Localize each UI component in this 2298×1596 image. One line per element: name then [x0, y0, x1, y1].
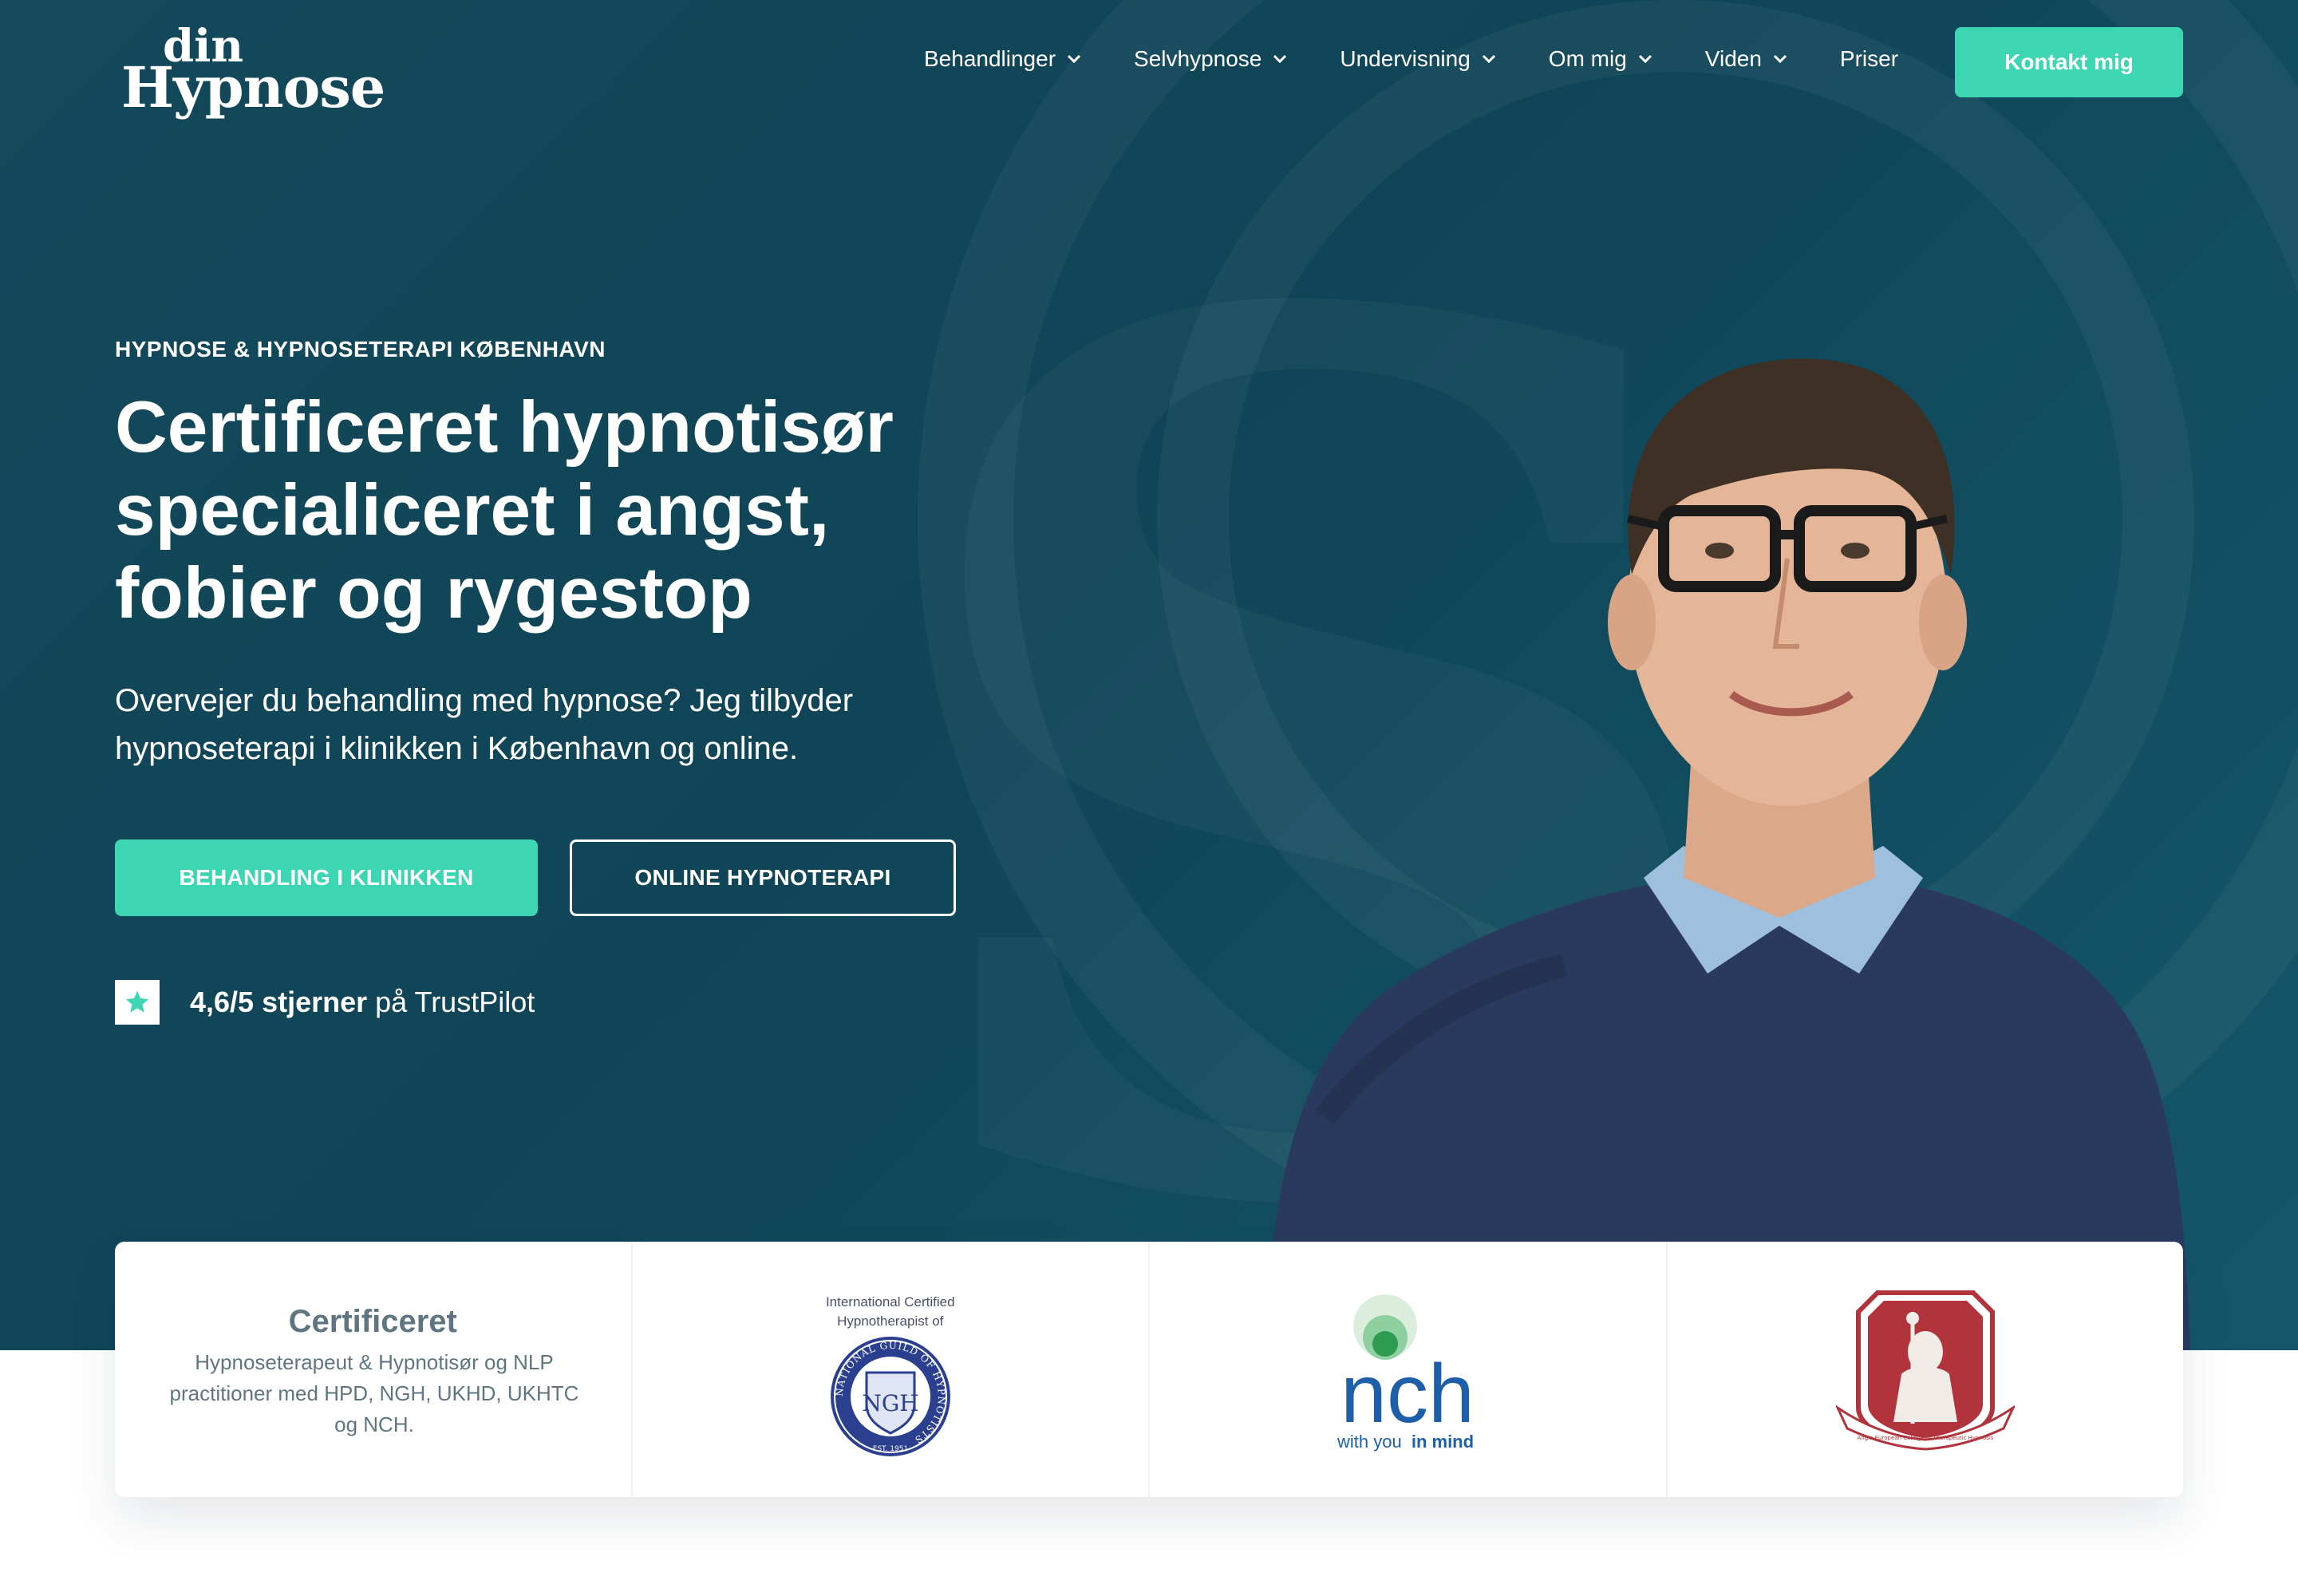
chevron-down-icon	[1638, 54, 1652, 64]
ngh-caption: International Certified Hypnotherapist o…	[825, 1294, 955, 1329]
nch-wordmark: nch	[1340, 1348, 1475, 1440]
nch-logo-card: nch with you in mind	[1150, 1242, 1668, 1497]
nav-item-label: Behandlinger	[924, 46, 1056, 71]
nch-tagline-b: in mind	[1412, 1432, 1474, 1452]
hero-lead: Overvejer du behandling med hypnose? Jeg…	[115, 683, 854, 766]
contact-button[interactable]: Kontakt mig	[1955, 27, 2183, 97]
rating-source: på TrustPilot	[375, 986, 535, 1018]
nav-item-selvhypnose[interactable]: Selvhypnose	[1134, 46, 1287, 72]
credentials-strip: Certificeret Hypnoseterapeut & Hypnotisø…	[115, 1242, 2183, 1497]
nch-tagline-a: with you	[1337, 1432, 1402, 1452]
ngh-logo-card: International Certified Hypnotherapist o…	[633, 1242, 1150, 1497]
hero-section: S din Hypnose Behandlinger Selvhypnose U…	[0, 0, 2298, 1350]
nav-item-om-mig[interactable]: Om mig	[1549, 46, 1652, 72]
chevron-down-icon	[1773, 54, 1787, 64]
certified-description: Hypnoseterapeut & Hypnotisør og NLP prac…	[169, 1350, 579, 1436]
nav-item-priser[interactable]: Priser	[1840, 46, 1898, 72]
nch-logo: nch with you in mind	[1337, 1294, 1475, 1452]
rating-score: 4,6/5 stjerner	[190, 986, 368, 1018]
chevron-down-icon	[1067, 54, 1081, 64]
crest-banner-text: Anglo European College of Therapeutic Hy…	[1857, 1435, 1993, 1441]
ngh-est: EST. 1951	[873, 1445, 908, 1453]
svg-text:with you in mind: with you in mind	[1337, 1432, 1474, 1452]
chevron-down-icon	[1273, 54, 1287, 64]
clinic-treatment-button[interactable]: BEHANDLING I KLINIKKEN	[115, 839, 538, 916]
hero-eyebrow: HYPNOSE & HYPNOSETERAPI KØBENHAVN	[115, 337, 606, 361]
college-crest-logo: Anglo European College of Therapeutic Hy…	[1835, 1290, 2015, 1451]
ngh-seal-logo: NATIONAL GUILD OF HYPNOTISTS NGH EST. 19…	[830, 1337, 950, 1456]
nav-item-label: Om mig	[1548, 46, 1627, 71]
nav-item-label: Priser	[1839, 46, 1899, 71]
star-icon	[115, 980, 160, 1025]
main-nav: Behandlinger Selvhypnose Undervisning Om…	[924, 46, 1898, 72]
certified-title: Certificeret	[288, 1304, 457, 1339]
logo-line-2: Hypnose	[121, 54, 385, 120]
therapist-portrait	[1261, 358, 2190, 1350]
college-crest-card: Anglo European College of Therapeutic Hy…	[1668, 1242, 2184, 1497]
chevron-down-icon	[1482, 54, 1495, 64]
nav-item-undervisning[interactable]: Undervisning	[1340, 46, 1495, 72]
online-hypnotherapy-button[interactable]: ONLINE HYPNOTERAPI	[570, 839, 956, 916]
nav-item-label: Undervisning	[1340, 46, 1471, 71]
ngh-monogram: NGH	[862, 1390, 918, 1416]
trustpilot-rating[interactable]: 4,6/5 stjerner på TrustPilot	[115, 980, 535, 1025]
nav-item-label: Viden	[1704, 46, 1762, 71]
hero-headline: Certificeret hypnotisør specialiceret i …	[115, 387, 894, 634]
certified-card: Certificeret Hypnoseterapeut & Hypnotisø…	[115, 1242, 633, 1497]
nav-item-viden[interactable]: Viden	[1705, 46, 1787, 72]
nav-item-behandlinger[interactable]: Behandlinger	[924, 46, 1081, 72]
nav-item-label: Selvhypnose	[1134, 46, 1262, 71]
